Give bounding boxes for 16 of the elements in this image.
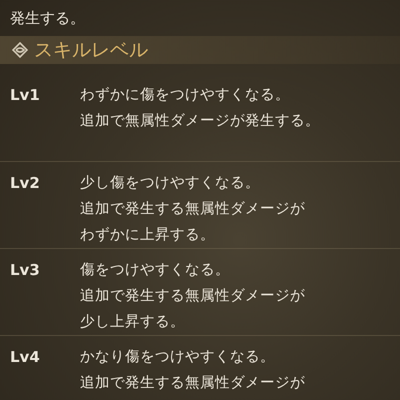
level-description: 追加で発生する無属性ダメージが (80, 200, 306, 219)
description-text: 発生する。 (9, 8, 86, 29)
level-label: Lv2 (10, 173, 41, 194)
level-label: Lv3 (10, 260, 41, 281)
level-description: 追加で発生する無属性ダメージが (80, 374, 306, 393)
level-description: わずかに上昇する。 (80, 226, 216, 245)
section-title: スキルレベル (34, 38, 148, 63)
level-description: 追加で無属性ダメージが発生する。 (80, 112, 321, 131)
level-description: かなり傷をつけやすくなる。 (80, 348, 276, 367)
level-label: Lv4 (10, 347, 41, 368)
level-description: わずかに傷をつけやすくなる。 (80, 86, 291, 105)
level-label: Lv1 (10, 85, 41, 106)
level-description: 少し上昇する。 (80, 313, 186, 332)
level-description: 傷をつけやすくなる。 (80, 261, 231, 280)
level-description: 追加で発生する無属性ダメージが (80, 287, 306, 306)
level-description: 少し傷をつけやすくなる。 (80, 174, 261, 193)
